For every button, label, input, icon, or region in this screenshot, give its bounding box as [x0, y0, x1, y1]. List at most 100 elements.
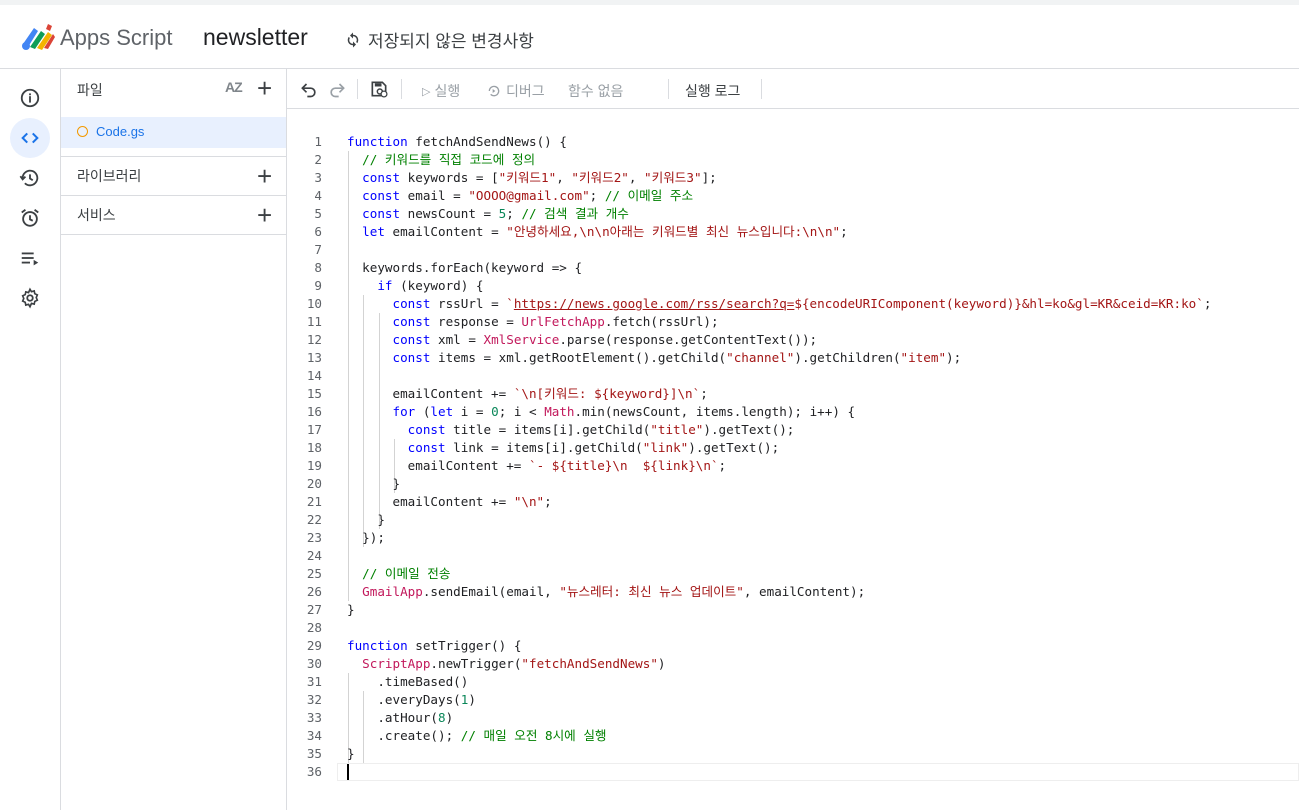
code-text: }: [347, 602, 355, 617]
line-number: 17: [306, 422, 322, 437]
code-text: emailContent += "\n";: [347, 494, 552, 509]
line-number: 1: [314, 134, 322, 149]
line-number: 13: [306, 350, 322, 365]
files-title: 파일: [77, 82, 103, 98]
overview-button[interactable]: [10, 78, 50, 118]
line-number: 3: [314, 170, 322, 185]
line-number: 34: [306, 728, 322, 743]
code-line[interactable]: 11 const response = UrlFetchApp.fetch(rs…: [287, 313, 1299, 331]
code-text: const title = items[i].getChild("title")…: [407, 422, 795, 437]
executions-button[interactable]: [10, 238, 50, 278]
code-line[interactable]: 10 const rssUrl = `https://news.google.c…: [287, 295, 1299, 313]
code-line[interactable]: 17 const title = items[i].getChild("titl…: [287, 421, 1299, 439]
code-line[interactable]: 27}: [287, 601, 1299, 619]
code-line[interactable]: 14: [287, 367, 1299, 385]
code-text: keywords.forEach(keyword => {: [347, 260, 583, 275]
add-file-button[interactable]: +: [257, 75, 272, 101]
code-line[interactable]: 16 for (let i = 0; i < Math.min(newsCoun…: [287, 403, 1299, 421]
line-number: 21: [306, 494, 322, 509]
code-line[interactable]: 24: [287, 547, 1299, 565]
code-line[interactable]: 9 if (keyword) {: [287, 277, 1299, 295]
redo-icon[interactable]: [327, 79, 347, 99]
code-line[interactable]: 31 .timeBased(): [287, 673, 1299, 691]
code-line[interactable]: 36: [287, 763, 1299, 781]
code-line[interactable]: 35}: [287, 745, 1299, 763]
triggers-button[interactable]: [10, 198, 50, 238]
toolbar-separator: [761, 79, 762, 99]
save-status-text: 저장되지 않은 변경사항: [368, 32, 534, 51]
libraries-title: 라이브러리: [77, 168, 142, 184]
executions-icon: [21, 252, 39, 266]
sort-az-button[interactable]: AZ: [225, 79, 243, 95]
code-line[interactable]: 13 const items = xml.getRootElement().ge…: [287, 349, 1299, 367]
code-text: const email = "OOOO@gmail.com"; // 이메일 주…: [362, 188, 694, 203]
apps-script-logo[interactable]: [20, 22, 56, 52]
code-line[interactable]: 34 .create(); // 매일 오전 8시에 실행: [287, 727, 1299, 745]
editor-button[interactable]: [10, 118, 50, 158]
function-select[interactable]: 함수 없음: [568, 81, 623, 101]
code-line[interactable]: 19 emailContent += `- ${title}\n ${link}…: [287, 457, 1299, 475]
file-name: Code.gs: [96, 124, 145, 139]
text-cursor: [347, 764, 349, 780]
code-line[interactable]: 6 let emailContent = "안녕하세요,\n\n아래는 키워드별…: [287, 223, 1299, 241]
run-button[interactable]: ▷ 실행: [422, 81, 460, 101]
file-item-code-gs[interactable]: Code.gs: [61, 117, 286, 148]
divider: [61, 156, 286, 157]
code-line[interactable]: 26 GmailApp.sendEmail(email, "뉴스레터: 최신 뉴…: [287, 583, 1299, 601]
line-number: 2: [314, 152, 322, 167]
code-text: function fetchAndSendNews() {: [347, 134, 567, 149]
code-line[interactable]: 33 .atHour(8): [287, 709, 1299, 727]
app-name[interactable]: Apps Script: [60, 25, 173, 51]
toolbar-separator: [357, 79, 358, 99]
history-button[interactable]: [10, 158, 50, 198]
code-line[interactable]: 32 .everyDays(1): [287, 691, 1299, 709]
project-name[interactable]: newsletter: [203, 24, 308, 51]
debug-button[interactable]: 디버그: [486, 81, 545, 101]
code-line[interactable]: 5 const newsCount = 5; // 검색 결과 개수: [287, 205, 1299, 223]
services-title: 서비스: [77, 207, 116, 223]
line-number: 8: [314, 260, 322, 275]
code-text: GmailApp.sendEmail(email, "뉴스레터: 최신 뉴스 업…: [362, 584, 866, 599]
code-line[interactable]: 30 ScriptApp.newTrigger("fetchAndSendNew…: [287, 655, 1299, 673]
save-icon[interactable]: [369, 79, 389, 99]
add-library-button[interactable]: +: [257, 163, 272, 189]
code-line[interactable]: 2 // 키워드를 직접 코드에 정의: [287, 151, 1299, 169]
code-text: // 이메일 전송: [362, 566, 451, 581]
add-service-button[interactable]: +: [257, 202, 272, 228]
file-unsaved-dot-icon: [77, 126, 88, 137]
code-line[interactable]: 21 emailContent += "\n";: [287, 493, 1299, 511]
divider: [61, 195, 286, 196]
code-line[interactable]: 4 const email = "OOOO@gmail.com"; // 이메일…: [287, 187, 1299, 205]
line-number: 12: [306, 332, 322, 347]
code-line[interactable]: 8 keywords.forEach(keyword => {: [287, 259, 1299, 277]
line-number: 6: [314, 224, 322, 239]
code-editor[interactable]: 1 function fetchAndSendNews() { 2 // 키워드를 …: [287, 109, 1299, 810]
code-line[interactable]: 7: [287, 241, 1299, 259]
code-line[interactable]: 20 }: [287, 475, 1299, 493]
code-text: const link = items[i].getChild("link").g…: [407, 440, 780, 455]
code-line[interactable]: 12 const xml = XmlService.parse(response…: [287, 331, 1299, 349]
line-number: 10: [306, 296, 322, 311]
code-line[interactable]: 1 function fetchAndSendNews() {: [287, 133, 1299, 151]
code-text: // 키워드를 직접 코드에 정의: [362, 152, 536, 167]
code-line[interactable]: 22 }: [287, 511, 1299, 529]
line-number: 14: [306, 368, 322, 383]
line-number: 25: [306, 566, 322, 581]
code-lines: 1 function fetchAndSendNews() { 2 // 키워드를 …: [287, 133, 1299, 781]
code-text: emailContent += `\n[키워드: ${keyword}]\n`;: [347, 386, 708, 401]
code-line[interactable]: 23 });: [287, 529, 1299, 547]
execution-log-button[interactable]: 실행 로그: [685, 81, 740, 101]
code-line[interactable]: 28: [287, 619, 1299, 637]
code-line[interactable]: 29 function setTrigger() {: [287, 637, 1299, 655]
code-line[interactable]: 18 const link = items[i].getChild("link"…: [287, 439, 1299, 457]
line-number: 18: [306, 440, 322, 455]
line-number: 4: [314, 188, 322, 203]
line-number: 9: [314, 278, 322, 293]
code-line[interactable]: 25 // 이메일 전송: [287, 565, 1299, 583]
code-line[interactable]: 15 emailContent += `\n[키워드: ${keyword}]\…: [287, 385, 1299, 403]
line-number: 19: [306, 458, 322, 473]
code-line[interactable]: 3 const keywords = ["키워드1", "키워드2", "키워드…: [287, 169, 1299, 187]
line-number: 29: [306, 638, 322, 653]
undo-icon[interactable]: [299, 79, 319, 99]
settings-button[interactable]: [10, 278, 50, 318]
